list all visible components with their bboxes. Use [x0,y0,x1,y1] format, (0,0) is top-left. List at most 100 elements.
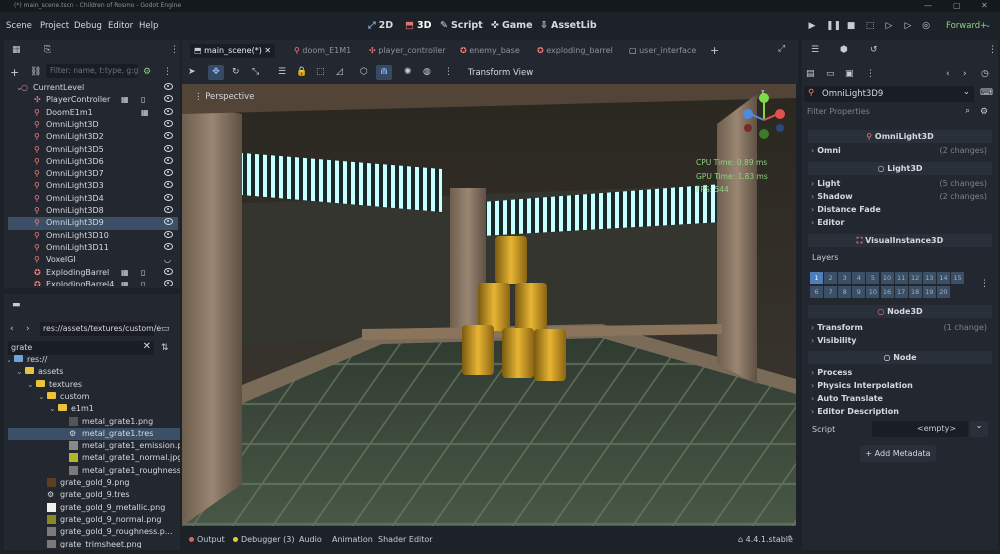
layer-toggle[interactable]: 13 [922,272,936,284]
file-row[interactable]: ⌄ assets [8,366,180,378]
scene-tab[interactable]: ✣ player_controller [369,44,446,58]
eye-icon[interactable] [164,132,173,140]
eye-icon[interactable] [164,181,173,189]
remote-debug-icon[interactable]: ⬚ [864,21,876,32]
environment-preview-icon[interactable]: ◍ [423,67,431,77]
mode-assetlib-button[interactable]: ⇩ AssetLib [540,20,597,31]
view-menu[interactable]: View [513,68,533,78]
layer-toggle[interactable]: 10 [866,286,880,298]
save-resource-icon[interactable]: ▣ [845,69,854,79]
play-custom-icon[interactable]: ▷ [902,21,914,32]
inspector-tab-icon[interactable]: ☰ [811,45,819,55]
inspector-property-group[interactable]: › Transform (1 change) [811,323,989,332]
object-selector[interactable]: ⚲ OmniLight3D9 ⌄ [804,86,974,102]
eye-icon[interactable] [164,193,173,201]
file-row[interactable]: ⚙ grate_gold_9.tres [8,489,180,501]
file-row[interactable]: ⚙ metal_grate1.tres [8,427,180,441]
eye-icon[interactable] [164,156,173,164]
eye-icon[interactable] [164,119,173,127]
scene-tree-row[interactable]: ○ ⌄ CurrentLevel [8,82,178,94]
add-metadata-button[interactable]: + Add Metadata [860,445,936,462]
scene-filter-input[interactable]: Filter: name, t:type, g:group [46,64,138,78]
scene-tree-row[interactable]: ⚲ OmniLight3D6 [8,156,178,168]
scene-tree-row[interactable]: ⚲ DoomE1m1 ▦ [8,107,178,119]
view-gizmo[interactable]: Y [738,90,790,146]
scene-tree-row[interactable]: ⚲ OmniLight3D4 [8,193,178,205]
collapse-arrow-icon[interactable]: ⌄ [49,403,56,415]
ruler-icon[interactable]: ◿ [336,67,343,77]
scene-tree-row[interactable]: ⚲ OmniLight3D9 [8,217,178,230]
script-icon[interactable]: ▯ [141,267,145,279]
file-row[interactable]: grate_gold_9_roughness.p... [8,526,180,538]
3d-viewport[interactable]: ⋮ Perspective CPU Time: 0.89 ms GPU Time… [182,84,796,526]
layer-toggle[interactable]: 11 [894,272,908,284]
scene-tree-row[interactable]: ⚲ OmniLight3D2 [8,131,178,143]
eye-icon[interactable] [164,279,173,286]
inspector-menu-icon[interactable]: ⋮ [866,69,875,79]
forward-icon[interactable]: › [26,324,30,334]
sort-icon[interactable]: ⇅ [161,343,169,353]
menu-editor[interactable]: Editor [108,21,133,31]
file-search-input[interactable]: grate ✕ [8,341,154,355]
close-tab-icon[interactable]: ✕ [262,46,271,55]
file-row[interactable]: metal_grate1_emission.p... [8,440,180,452]
layer-toggle[interactable]: 10 [880,272,894,284]
bottom-tab[interactable]: Output [189,535,225,544]
prev-object-icon[interactable]: ‹ [946,69,950,79]
mode-3d-button[interactable]: ⬒ 3D [405,20,431,31]
scene-tab[interactable]: ▢ user_interface [629,44,696,58]
inspector-property-group[interactable]: › Physics Interpolation [811,381,989,390]
mode-2d-button[interactable]: ⤢ 2D [368,20,393,31]
layers-menu-icon[interactable]: ⋮ [980,279,989,289]
pause-icon[interactable]: ❚❚ [826,21,841,32]
lock-icon[interactable]: 🔒 [296,67,307,77]
collapse-arrow-icon[interactable]: ⌄ [8,354,12,366]
inspector-property-group[interactable]: › Editor Description [811,407,989,416]
instance-icon[interactable]: ▦ [141,107,149,119]
menu-debug[interactable]: Debug [74,21,102,31]
eye-icon[interactable] [164,169,173,177]
snap-icon[interactable]: ⋒ [376,65,392,80]
movie-maker-icon[interactable]: ◎ [920,21,932,32]
file-row[interactable]: metal_grate1_normal.jpg [8,452,180,464]
eye-icon[interactable] [164,83,173,90]
new-tab-icon[interactable]: + [710,44,719,57]
play-icon[interactable]: ▶ [806,21,818,32]
layer-toggle[interactable]: 20 [936,286,950,298]
instance-icon[interactable]: ▦ [121,267,129,279]
filter-properties-input[interactable]: Filter Properties ⌕ [804,105,974,119]
object-history-icon[interactable]: ◷ [981,69,989,79]
close-icon[interactable]: ✕ [981,0,988,12]
file-row[interactable]: grate_gold_9_metallic.png [8,502,180,514]
scene-tab[interactable]: ⚲ doom_E1M1 [294,44,351,58]
perspective-menu[interactable]: ⋮ Perspective [194,92,254,102]
file-row[interactable]: grate_trimsheet.png [8,539,180,548]
eye-icon[interactable] [164,242,173,250]
eye-icon[interactable] [164,218,173,226]
next-object-icon[interactable]: › [963,69,967,79]
scene-tab[interactable]: ✪ enemy_base [460,44,520,58]
minimize-icon[interactable]: — [924,0,932,12]
file-row[interactable]: grate_gold_9_normal.png [8,514,180,526]
inspector-property-group[interactable]: › Process [811,368,989,377]
scene-tree-row[interactable]: ⚲ OmniLight3D11 [8,242,178,254]
distraction-free-icon[interactable]: ⤢ [778,44,785,54]
scene-tree-row[interactable]: ⚲ OmniLight3D7 [8,168,178,180]
scene-tree-row[interactable]: ⚲ OmniLight3D5 [8,144,178,156]
layer-toggle[interactable]: 18 [908,286,922,298]
script-dropdown-button[interactable]: ⌄ [970,421,988,437]
scene-tree-row[interactable]: ⚲ OmniLight3D3 [8,180,178,192]
scene-options-icon[interactable]: ⋮ [163,67,172,77]
scale-tool-icon[interactable]: ⤡ [252,67,259,77]
sun-preview-icon[interactable]: ✺ [404,67,412,77]
eye-icon[interactable] [164,107,173,115]
layer-toggle[interactable]: 6 [810,286,823,298]
renderer-select[interactable]: Forward+ [946,21,987,31]
play-scene-icon[interactable]: ▷ [883,21,895,32]
inspector-settings-icon[interactable]: ⚙ [980,107,988,117]
attach-script-icon[interactable]: ⚙ [143,67,151,77]
inspector-property-group[interactable]: › Editor [811,218,989,227]
new-resource-icon[interactable]: ▤ [806,69,815,79]
scene-tab[interactable]: ✪ exploding_barrel [537,44,613,58]
scene-tab[interactable]: ⬒ main_scene(*) ✕ [190,44,276,58]
